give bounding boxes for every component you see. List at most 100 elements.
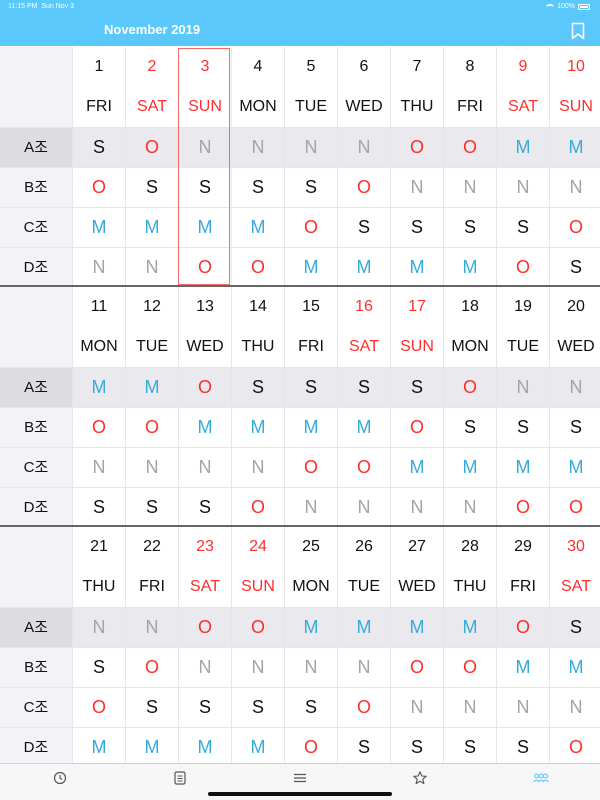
shift-cell[interactable]: S	[549, 248, 600, 287]
shift-cell[interactable]: M	[337, 248, 390, 287]
day-header[interactable]: 21 THU	[72, 527, 125, 607]
day-header[interactable]: 11 MON	[72, 287, 125, 367]
shift-cell[interactable]: O	[390, 408, 443, 447]
shift-cell[interactable]: M	[337, 408, 390, 447]
shift-cell[interactable]: N	[390, 488, 443, 527]
shift-cell[interactable]: N	[337, 128, 390, 167]
shift-cell[interactable]: S	[231, 688, 284, 727]
shift-cell[interactable]: M	[390, 248, 443, 287]
shift-cell[interactable]: O	[231, 248, 284, 287]
shift-cell[interactable]: N	[125, 448, 178, 487]
day-header[interactable]: 19 TUE	[496, 287, 549, 367]
shift-cell[interactable]: O	[284, 728, 337, 767]
day-header[interactable]: 24 SUN	[231, 527, 284, 607]
shift-cell[interactable]: S	[496, 208, 549, 247]
shift-cell[interactable]: N	[178, 448, 231, 487]
shift-cell[interactable]: O	[443, 128, 496, 167]
shift-cell[interactable]: N	[72, 448, 125, 487]
shift-cell[interactable]: M	[496, 448, 549, 487]
shift-cell[interactable]: N	[231, 128, 284, 167]
shift-cell[interactable]: O	[72, 168, 125, 207]
shift-cell[interactable]: N	[549, 168, 600, 207]
shift-cell[interactable]: N	[72, 248, 125, 287]
shift-cell[interactable]: M	[549, 448, 600, 487]
shift-cell[interactable]: N	[443, 168, 496, 207]
shift-cell[interactable]: S	[125, 488, 178, 527]
day-header[interactable]: 4 MON	[231, 47, 284, 127]
bookmark-icon[interactable]	[568, 20, 588, 42]
shift-cell[interactable]: M	[231, 728, 284, 767]
shift-cell[interactable]: N	[390, 168, 443, 207]
shift-cell[interactable]: N	[72, 608, 125, 647]
day-header[interactable]: 15 FRI	[284, 287, 337, 367]
shift-cell[interactable]: N	[337, 488, 390, 527]
shift-cell[interactable]: S	[337, 728, 390, 767]
shift-cell[interactable]: S	[231, 368, 284, 407]
star-icon[interactable]	[412, 770, 428, 786]
shift-cell[interactable]: M	[284, 248, 337, 287]
shift-cell[interactable]: S	[178, 688, 231, 727]
shift-cell[interactable]: S	[443, 208, 496, 247]
shift-cell[interactable]: S	[178, 488, 231, 527]
day-header[interactable]: 16 SAT	[337, 287, 390, 367]
shift-cell[interactable]: S	[390, 728, 443, 767]
shift-cell[interactable]: M	[125, 728, 178, 767]
shift-cell[interactable]: N	[125, 608, 178, 647]
shift-cell[interactable]: N	[549, 688, 600, 727]
shift-cell[interactable]: M	[125, 368, 178, 407]
shift-cell[interactable]: O	[443, 368, 496, 407]
shift-cell[interactable]: M	[284, 608, 337, 647]
shift-cell[interactable]: O	[337, 688, 390, 727]
shift-cell[interactable]: M	[549, 128, 600, 167]
day-header[interactable]: 30 SAT	[549, 527, 600, 607]
shift-cell[interactable]: N	[549, 368, 600, 407]
shift-cell[interactable]: N	[496, 168, 549, 207]
day-header[interactable]: 17 SUN	[390, 287, 443, 367]
shift-cell[interactable]: M	[284, 408, 337, 447]
shift-cell[interactable]: O	[125, 648, 178, 687]
shift-cell[interactable]: M	[390, 608, 443, 647]
shift-cell[interactable]: O	[125, 408, 178, 447]
day-header[interactable]: 18 MON	[443, 287, 496, 367]
shift-cell[interactable]: S	[72, 488, 125, 527]
shift-cell[interactable]: M	[443, 608, 496, 647]
shift-cell[interactable]: O	[72, 408, 125, 447]
day-header[interactable]: 27 WED	[390, 527, 443, 607]
day-header[interactable]: 12 TUE	[125, 287, 178, 367]
day-header[interactable]: 6 WED	[337, 47, 390, 127]
day-header[interactable]: 3 SUN	[178, 47, 231, 127]
day-header[interactable]: 23 SAT	[178, 527, 231, 607]
shift-cell[interactable]: N	[337, 648, 390, 687]
day-header[interactable]: 9 SAT	[496, 47, 549, 127]
clock-icon[interactable]	[52, 770, 68, 786]
shift-cell[interactable]: M	[72, 728, 125, 767]
shift-cell[interactable]: N	[284, 128, 337, 167]
shift-cell[interactable]: O	[549, 488, 600, 527]
day-header[interactable]: 26 TUE	[337, 527, 390, 607]
shift-cell[interactable]: S	[390, 368, 443, 407]
shift-cell[interactable]: O	[496, 248, 549, 287]
day-header[interactable]: 10 SUN	[549, 47, 600, 127]
shift-cell[interactable]: M	[125, 208, 178, 247]
shift-cell[interactable]: S	[178, 168, 231, 207]
shift-cell[interactable]: N	[178, 648, 231, 687]
day-header[interactable]: 22 FRI	[125, 527, 178, 607]
day-header[interactable]: 29 FRI	[496, 527, 549, 607]
shift-cell[interactable]: M	[72, 208, 125, 247]
shift-cell[interactable]: M	[496, 128, 549, 167]
shift-cell[interactable]: S	[231, 168, 284, 207]
shift-cell[interactable]: S	[72, 648, 125, 687]
shift-cell[interactable]: N	[496, 368, 549, 407]
shift-cell[interactable]: O	[72, 688, 125, 727]
day-header[interactable]: 20 WED	[549, 287, 600, 367]
shift-cell[interactable]: M	[178, 728, 231, 767]
shift-cell[interactable]: M	[443, 448, 496, 487]
shift-cell[interactable]: N	[443, 488, 496, 527]
shift-cell[interactable]: M	[390, 448, 443, 487]
shift-cell[interactable]: O	[231, 608, 284, 647]
day-header[interactable]: 14 THU	[231, 287, 284, 367]
shift-cell[interactable]: O	[337, 168, 390, 207]
day-header[interactable]: 1 FRI	[72, 47, 125, 127]
shift-cell[interactable]: M	[443, 248, 496, 287]
day-header[interactable]: 28 THU	[443, 527, 496, 607]
